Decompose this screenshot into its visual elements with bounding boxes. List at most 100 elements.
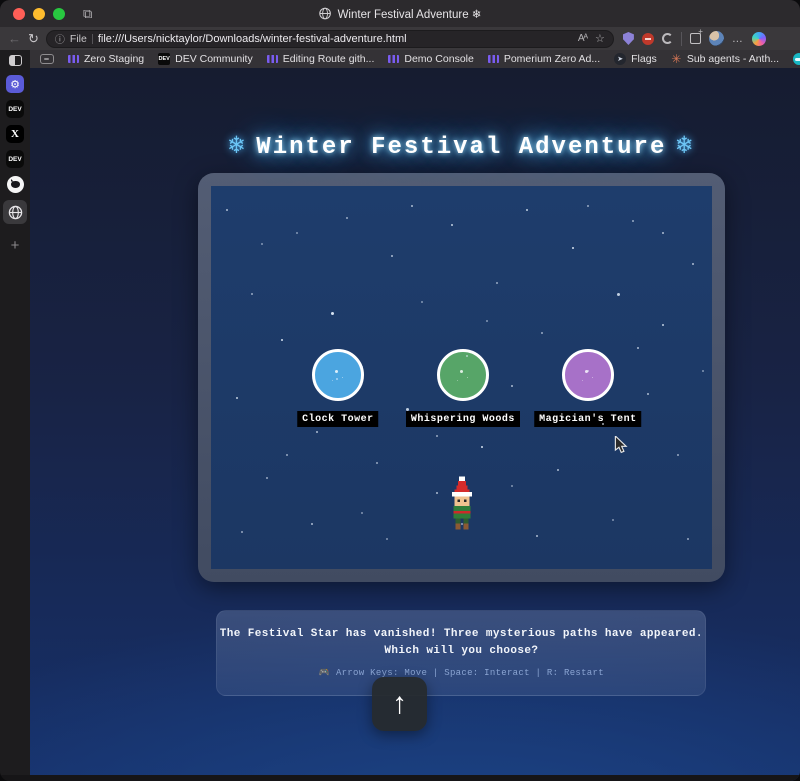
more-menu-icon[interactable]: … (732, 33, 744, 45)
bookmark-label: Flags (631, 53, 657, 65)
bookmark-dev-community[interactable]: DEV DEV Community (158, 53, 253, 65)
mouse-cursor (614, 436, 628, 454)
sidebar-item-x-twitter[interactable]: X (6, 125, 24, 143)
snow-dot (562, 416, 564, 418)
snow-dot (391, 255, 393, 257)
snow-dot (572, 247, 574, 249)
sidebar-item-globe-active[interactable] (3, 200, 27, 224)
read-aloud-icon[interactable]: Aᴬ (578, 33, 587, 44)
url-divider (92, 34, 93, 44)
snow-dot (692, 263, 694, 265)
message-line-2: Which will you choose? (384, 645, 538, 657)
reload-icon[interactable]: ↻ (28, 32, 39, 45)
minimize-window-button[interactable] (33, 8, 45, 20)
copilot-icon[interactable] (752, 32, 766, 46)
privacy-shield-extension-icon[interactable] (623, 32, 634, 45)
snow-dot (436, 492, 438, 494)
edge-sidebar: ⚙ DEV X DEV + (0, 50, 30, 781)
bookmark-label: Zero Staging (84, 53, 144, 65)
snow-dot (376, 462, 378, 464)
snow-dot (587, 370, 589, 372)
traffic-lights (13, 8, 65, 20)
whispering-woods-circle[interactable] (437, 349, 489, 401)
favorite-star-icon[interactable]: ☆ (595, 32, 605, 45)
url-text[interactable]: file:///Users/nicktaylor/Downloads/winte… (98, 33, 573, 45)
adblock-extension-icon[interactable] (642, 33, 654, 45)
address-bar[interactable]: ⓘ File file:///Users/nicktaylor/Download… (46, 30, 614, 48)
clock-tower-circle[interactable] (312, 349, 364, 401)
snow-dot (411, 205, 413, 207)
pomerium-icon (488, 55, 499, 63)
bookmark-label: Pomerium Zero Ad... (504, 53, 600, 65)
snow-dot (266, 477, 268, 479)
site-info-icon[interactable]: ⓘ (55, 31, 65, 46)
snow-dot (316, 431, 318, 433)
globe-favicon-icon (319, 7, 332, 20)
bookmark-demo-console[interactable]: Demo Console (388, 53, 473, 65)
snow-dot (281, 339, 283, 341)
game-canvas[interactable]: Clock Tower Whispering Woods Magician's … (211, 186, 712, 569)
ring-extension-icon[interactable] (662, 33, 673, 44)
snow-dot (336, 378, 338, 380)
controls-hint: 🎮 Arrow Keys: Move | Space: Interact | R… (319, 668, 604, 678)
magicians-tent-circle[interactable] (562, 349, 614, 401)
claude-icon: ✳ (671, 54, 682, 65)
active-tab[interactable]: Winter Festival Adventure ❄ (319, 7, 482, 21)
snow-dot (421, 301, 423, 303)
zoom-window-button[interactable] (53, 8, 65, 20)
bookmark-zero-staging[interactable]: Zero Staging (68, 53, 144, 65)
location-magicians-tent[interactable]: Magician's Tent (559, 349, 617, 407)
pomerium-icon (267, 55, 278, 63)
extension-area: … (623, 31, 766, 46)
sidebar-add-icon[interactable]: + (11, 237, 20, 254)
bookmarks-device-icon[interactable] (40, 54, 54, 64)
snow-dot (632, 220, 634, 222)
snow-dot (587, 205, 589, 207)
navigation-toolbar: ← ↻ ⓘ File file:///Users/nicktaylor/Down… (0, 27, 800, 50)
snow-dot (557, 469, 559, 471)
keypress-overlay: ↑ (372, 677, 427, 731)
player-elf-sprite (442, 476, 482, 534)
message-line-1: The Festival Star has vanished! Three my… (220, 628, 703, 640)
snowflake-icon: ❄ (676, 131, 694, 161)
snow-dot (612, 519, 614, 521)
modmail-icon (793, 53, 800, 65)
sidebar-panel-icon[interactable] (9, 55, 22, 66)
bookmark-label: Demo Console (404, 53, 473, 65)
toolbar-divider (681, 32, 682, 46)
bookmark-flags[interactable]: ➤ Flags (614, 53, 657, 65)
profile-avatar[interactable] (709, 31, 724, 46)
sidebar-item-gear-app[interactable]: ⚙ (6, 75, 24, 93)
tab-overview-icon[interactable]: ⧉ (83, 7, 92, 20)
snow-dot (251, 293, 253, 295)
page-title: ❄Winter Festival Adventure❄ (30, 130, 800, 161)
bookmark-mod-mail[interactable]: Mod Mail (793, 53, 800, 65)
window-bottom-edge (0, 775, 800, 781)
game-frame: Clock Tower Whispering Woods Magician's … (198, 173, 725, 582)
back-icon[interactable]: ← (8, 32, 21, 45)
snow-dot (386, 538, 388, 540)
snow-dot (261, 243, 263, 245)
snow-dot (311, 523, 313, 525)
flag-icon: ➤ (614, 53, 626, 65)
location-whispering-woods[interactable]: Whispering Woods (434, 349, 492, 407)
bookmark-editing-route[interactable]: Editing Route gith... (267, 53, 375, 65)
snowflake-icon: ❄ (229, 131, 247, 161)
snow-dot (541, 332, 543, 334)
pomerium-icon (388, 55, 399, 63)
bookmark-pomerium-zero[interactable]: Pomerium Zero Ad... (488, 53, 600, 65)
url-scheme-label: File (70, 33, 87, 45)
snow-dot (236, 397, 238, 399)
collections-icon[interactable] (690, 33, 701, 44)
snow-dot (526, 209, 528, 211)
tab-title-text: Winter Festival Adventure ❄ (338, 7, 482, 21)
sidebar-item-dev[interactable]: DEV (6, 100, 24, 118)
snow-dot (486, 320, 488, 322)
sidebar-item-dev-2[interactable]: DEV (6, 150, 24, 168)
snow-dot (677, 454, 679, 456)
snow-dot (451, 224, 453, 226)
close-window-button[interactable] (13, 8, 25, 20)
bookmark-sub-agents[interactable]: ✳ Sub agents - Anth... (671, 53, 779, 65)
titlebar: ⧉ Winter Festival Adventure ❄ (0, 0, 800, 27)
sidebar-item-github[interactable] (6, 175, 24, 193)
